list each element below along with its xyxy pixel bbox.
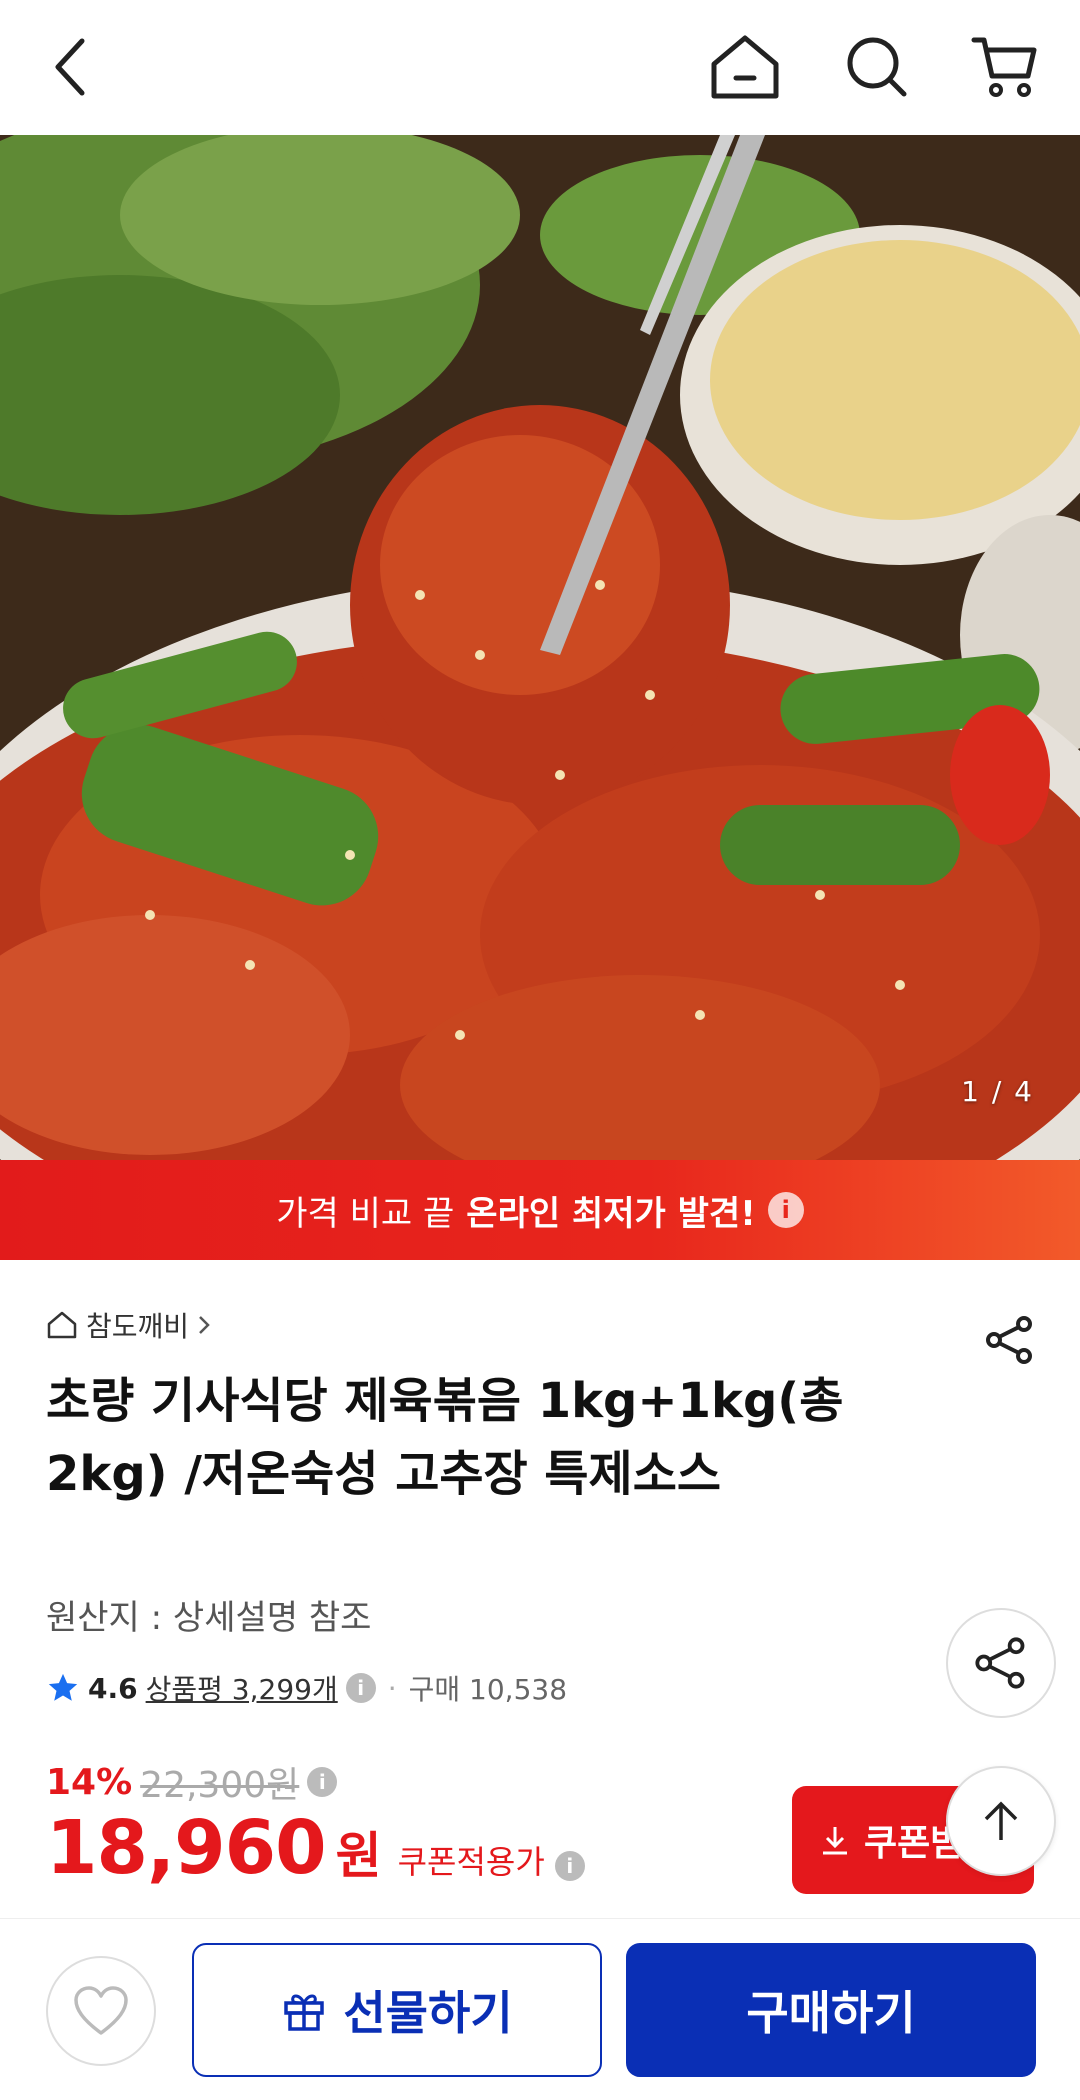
- back-button[interactable]: [30, 22, 110, 112]
- info-icon[interactable]: i: [307, 1767, 338, 1797]
- original-price-row: 14% 22,300원 i: [46, 1756, 338, 1808]
- home-button[interactable]: [700, 22, 790, 112]
- home-icon: [711, 35, 779, 99]
- chevron-left-icon: [55, 38, 85, 96]
- brand-name[interactable]: 참도깨비: [86, 1305, 189, 1345]
- share-icon: [986, 1316, 1032, 1364]
- purchase-count: 구매 10,538: [408, 1673, 568, 1706]
- review-count-link[interactable]: 상품평 3,299개: [146, 1668, 338, 1708]
- arrow-up-icon: [984, 1801, 1018, 1840]
- home-icon: [47, 1311, 77, 1339]
- info-icon[interactable]: i: [554, 1851, 585, 1881]
- product-title: 초량 기사식당 제육볶음 1kg+1kg(총2kg) /저온숙성 고추장 특제소…: [46, 1373, 844, 1502]
- banner-highlight: 온라인 최저가 발견!: [466, 1193, 756, 1234]
- info-icon[interactable]: i: [345, 1673, 376, 1703]
- cart-button[interactable]: [960, 22, 1050, 112]
- sale-price-row: 18,960 원 쿠폰적용가 i: [46, 1805, 585, 1891]
- search-icon: [847, 37, 907, 97]
- buy-button-label: 구매하기: [746, 1986, 916, 2040]
- banner-text: 가격 비교 끝: [276, 1193, 455, 1234]
- share-icon: [975, 1637, 1025, 1689]
- price-unit: 원: [335, 1827, 382, 1885]
- lowest-price-banner[interactable]: 가격 비교 끝 온라인 최저가 발견! i: [0, 1160, 1080, 1260]
- rating-score: 4.6: [88, 1671, 138, 1705]
- download-icon: [823, 1827, 847, 1855]
- separator-dot: ·: [387, 1671, 397, 1705]
- product-photo: [0, 135, 1080, 1160]
- heart-icon: [74, 1986, 128, 2035]
- scroll-to-top-button[interactable]: [946, 1766, 1056, 1876]
- brand-breadcrumb[interactable]: 참도깨비: [46, 1305, 211, 1345]
- floating-share-button[interactable]: [946, 1608, 1056, 1718]
- sale-price: 18,960: [46, 1805, 327, 1891]
- star-icon: [48, 1673, 78, 1701]
- image-page-counter: 1 / 4: [961, 1075, 1034, 1108]
- original-price: 22,300원: [140, 1765, 300, 1806]
- gift-button-label: 선물하기: [343, 1986, 513, 2040]
- gift-icon: [284, 1994, 325, 2031]
- chevron-right-icon: [199, 1316, 210, 1334]
- wishlist-button[interactable]: [46, 1956, 156, 2066]
- top-navigation-bar: [0, 0, 1080, 135]
- cart-icon: [971, 37, 1037, 97]
- buy-button[interactable]: 구매하기: [626, 1943, 1036, 2077]
- product-image-carousel[interactable]: 1 / 4: [0, 135, 1080, 1160]
- discount-rate: 14%: [46, 1761, 133, 1803]
- share-button[interactable]: [980, 1310, 1040, 1370]
- rating-row: 4.6 상품평 3,299개 i · 구매 10,538: [46, 1668, 567, 1708]
- info-icon[interactable]: i: [767, 1192, 804, 1228]
- coupon-price-label: 쿠폰적용가: [397, 1843, 545, 1881]
- origin-info: 원산지 : 상세설명 참조: [46, 1598, 372, 1638]
- search-button[interactable]: [832, 22, 922, 112]
- gift-button[interactable]: 선물하기: [192, 1943, 602, 2077]
